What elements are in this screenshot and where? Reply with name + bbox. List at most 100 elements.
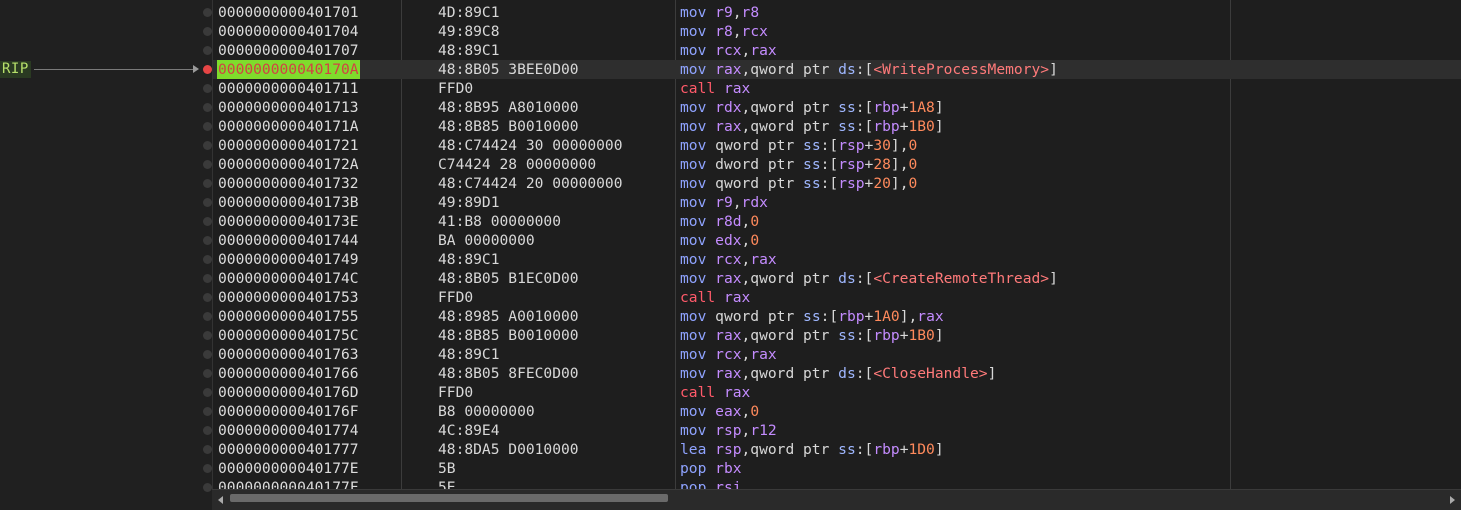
- bytes-cell[interactable]: C74424 28 00000000: [438, 155, 596, 174]
- address-cell[interactable]: 000000000040172A: [217, 155, 360, 174]
- breakpoint-icon[interactable]: [203, 65, 212, 74]
- instruction-cell[interactable]: mov rcx,rax: [680, 41, 777, 60]
- bytes-cell[interactable]: 49:89D1: [438, 193, 500, 212]
- bytes-cell[interactable]: FFD0: [438, 79, 473, 98]
- instruction-cell[interactable]: mov rax,qword ptr ds:[<CreateRemoteThrea…: [680, 269, 1058, 288]
- bytes-cell[interactable]: 48:C74424 30 00000000: [438, 136, 623, 155]
- bytes-cell[interactable]: FFD0: [438, 288, 473, 307]
- disasm-row[interactable]: 0000000000401753 FFD0 call rax: [203, 288, 1461, 307]
- disassembly-view[interactable]: 0000000000401701 4D:89C1 mov r9,r8 00000000…: [203, 0, 1461, 496]
- breakpoint-slot-icon[interactable]: [203, 445, 212, 454]
- instruction-cell[interactable]: mov rax,qword ptr ds:[<WriteProcessMemor…: [680, 60, 1058, 79]
- breakpoint-slot-icon[interactable]: [203, 141, 212, 150]
- scroll-left-icon[interactable]: [218, 496, 223, 504]
- instruction-cell[interactable]: mov rax,qword ptr ss:[rbp+1B0]: [680, 117, 944, 136]
- bytes-cell[interactable]: 5B: [438, 459, 456, 478]
- horizontal-scrollbar[interactable]: [212, 489, 1461, 510]
- breakpoint-slot-icon[interactable]: [203, 27, 212, 36]
- disasm-row[interactable]: 000000000040171A 48:8B85 B0010000 mov rax,…: [203, 117, 1461, 136]
- instruction-cell[interactable]: pop rbx: [680, 459, 742, 478]
- disasm-row[interactable]: 0000000000401774 4C:89E4 mov rsp,r12: [203, 421, 1461, 440]
- instruction-cell[interactable]: mov rsp,r12: [680, 421, 777, 440]
- bytes-cell[interactable]: 48:89C1: [438, 41, 500, 60]
- bytes-cell[interactable]: 48:8985 A0010000: [438, 307, 579, 326]
- bytes-cell[interactable]: 48:C74424 20 00000000: [438, 174, 623, 193]
- breakpoint-slot-icon[interactable]: [203, 464, 212, 473]
- breakpoint-slot-icon[interactable]: [203, 236, 212, 245]
- breakpoint-slot-icon[interactable]: [203, 293, 212, 302]
- instruction-cell[interactable]: mov qword ptr ss:[rsp+20],0: [680, 174, 917, 193]
- address-cell[interactable]: 0000000000401721: [217, 136, 360, 155]
- address-cell[interactable]: 000000000040176F: [217, 402, 360, 421]
- instruction-cell[interactable]: mov dword ptr ss:[rsp+28],0: [680, 155, 917, 174]
- instruction-cell[interactable]: mov r9,r8: [680, 3, 759, 22]
- breakpoint-slot-icon[interactable]: [203, 198, 212, 207]
- instruction-cell[interactable]: call rax: [680, 79, 750, 98]
- address-cell[interactable]: 000000000040175C: [217, 326, 360, 345]
- address-cell[interactable]: 0000000000401755: [217, 307, 360, 326]
- breakpoint-slot-icon[interactable]: [203, 426, 212, 435]
- address-cell[interactable]: 000000000040176D: [217, 383, 360, 402]
- instruction-cell[interactable]: call rax: [680, 288, 750, 307]
- address-cell[interactable]: 0000000000401766: [217, 364, 360, 383]
- disasm-row[interactable]: 000000000040173E 41:B8 00000000 mov r8d,0: [203, 212, 1461, 231]
- bytes-cell[interactable]: BA 00000000: [438, 231, 535, 250]
- disasm-row[interactable]: 0000000000401704 49:89C8 mov r8,rcx: [203, 22, 1461, 41]
- disasm-row[interactable]: 000000000040174C 48:8B05 B1EC0D00 mov rax,…: [203, 269, 1461, 288]
- address-cell[interactable]: 000000000040174C: [217, 269, 360, 288]
- disasm-row[interactable]: 000000000040172A C74424 28 00000000 mov dw…: [203, 155, 1461, 174]
- disasm-row[interactable]: 0000000000401721 48:C74424 30 00000000 mov…: [203, 136, 1461, 155]
- address-cell[interactable]: 0000000000401701: [217, 3, 360, 22]
- breakpoint-slot-icon[interactable]: [203, 312, 212, 321]
- disasm-row[interactable]: 0000000000401711 FFD0 call rax: [203, 79, 1461, 98]
- instruction-cell[interactable]: mov r8,rcx: [680, 22, 768, 41]
- bytes-cell[interactable]: FFD0: [438, 383, 473, 402]
- address-cell[interactable]: 0000000000401774: [217, 421, 360, 440]
- breakpoint-slot-icon[interactable]: [203, 407, 212, 416]
- instruction-cell[interactable]: mov rcx,rax: [680, 345, 777, 364]
- bytes-cell[interactable]: 48:89C1: [438, 250, 500, 269]
- address-cell[interactable]: 0000000000401744: [217, 231, 360, 250]
- breakpoint-slot-icon[interactable]: [203, 84, 212, 93]
- address-cell[interactable]: 000000000040177E: [217, 459, 360, 478]
- disasm-row[interactable]: 0000000000401766 48:8B05 8FEC0D00 mov rax,…: [203, 364, 1461, 383]
- disasm-row[interactable]: 0000000000401707 48:89C1 mov rcx,rax: [203, 41, 1461, 60]
- instruction-cell[interactable]: mov r9,rdx: [680, 193, 768, 212]
- disasm-row[interactable]: 0000000000401701 4D:89C1 mov r9,r8: [203, 3, 1461, 22]
- disasm-row[interactable]: 0000000000401713 48:8B95 A8010000 mov rdx,…: [203, 98, 1461, 117]
- address-cell[interactable]: 0000000000401704: [217, 22, 360, 41]
- instruction-cell[interactable]: mov qword ptr ss:[rbp+1A0],rax: [680, 307, 944, 326]
- breakpoint-slot-icon[interactable]: [203, 8, 212, 17]
- disasm-row[interactable]: 0000000000401763 48:89C1 mov rcx,rax: [203, 345, 1461, 364]
- breakpoint-slot-icon[interactable]: [203, 160, 212, 169]
- bytes-cell[interactable]: 48:8B95 A8010000: [438, 98, 579, 117]
- bytes-cell[interactable]: 49:89C8: [438, 22, 500, 41]
- address-cell[interactable]: 0000000000401732: [217, 174, 360, 193]
- breakpoint-slot-icon[interactable]: [203, 103, 212, 112]
- instruction-cell[interactable]: lea rsp,qword ptr ss:[rbp+1D0]: [680, 440, 944, 459]
- bytes-cell[interactable]: 4D:89C1: [438, 3, 500, 22]
- instruction-cell[interactable]: mov edx,0: [680, 231, 759, 250]
- breakpoint-slot-icon[interactable]: [203, 369, 212, 378]
- scroll-right-icon[interactable]: [1450, 496, 1455, 504]
- instruction-cell[interactable]: mov qword ptr ss:[rsp+30],0: [680, 136, 917, 155]
- disasm-row[interactable]: 000000000040170A 48:8B05 3BEE0D00 mov rax,…: [203, 60, 1461, 79]
- bytes-cell[interactable]: 48:8B85 B0010000: [438, 326, 579, 345]
- disasm-row[interactable]: 0000000000401749 48:89C1 mov rcx,rax: [203, 250, 1461, 269]
- instruction-cell[interactable]: mov rdx,qword ptr ss:[rbp+1A8]: [680, 98, 944, 117]
- bytes-cell[interactable]: 48:89C1: [438, 345, 500, 364]
- bytes-cell[interactable]: 48:8B05 B1EC0D00: [438, 269, 579, 288]
- breakpoint-slot-icon[interactable]: [203, 46, 212, 55]
- breakpoint-slot-icon[interactable]: [203, 331, 212, 340]
- breakpoint-slot-icon[interactable]: [203, 179, 212, 188]
- instruction-cell[interactable]: call rax: [680, 383, 750, 402]
- breakpoint-slot-icon[interactable]: [203, 350, 212, 359]
- bytes-cell[interactable]: 48:8B05 3BEE0D00: [438, 60, 579, 79]
- instruction-cell[interactable]: mov rax,qword ptr ss:[rbp+1B0]: [680, 326, 944, 345]
- instruction-cell[interactable]: mov rax,qword ptr ds:[<CloseHandle>]: [680, 364, 996, 383]
- disasm-row[interactable]: 000000000040173B 49:89D1 mov r9,rdx: [203, 193, 1461, 212]
- disasm-row[interactable]: 000000000040177E 5B pop rbx: [203, 459, 1461, 478]
- instruction-cell[interactable]: mov eax,0: [680, 402, 759, 421]
- address-cell[interactable]: 000000000040173B: [217, 193, 360, 212]
- address-cell[interactable]: 0000000000401763: [217, 345, 360, 364]
